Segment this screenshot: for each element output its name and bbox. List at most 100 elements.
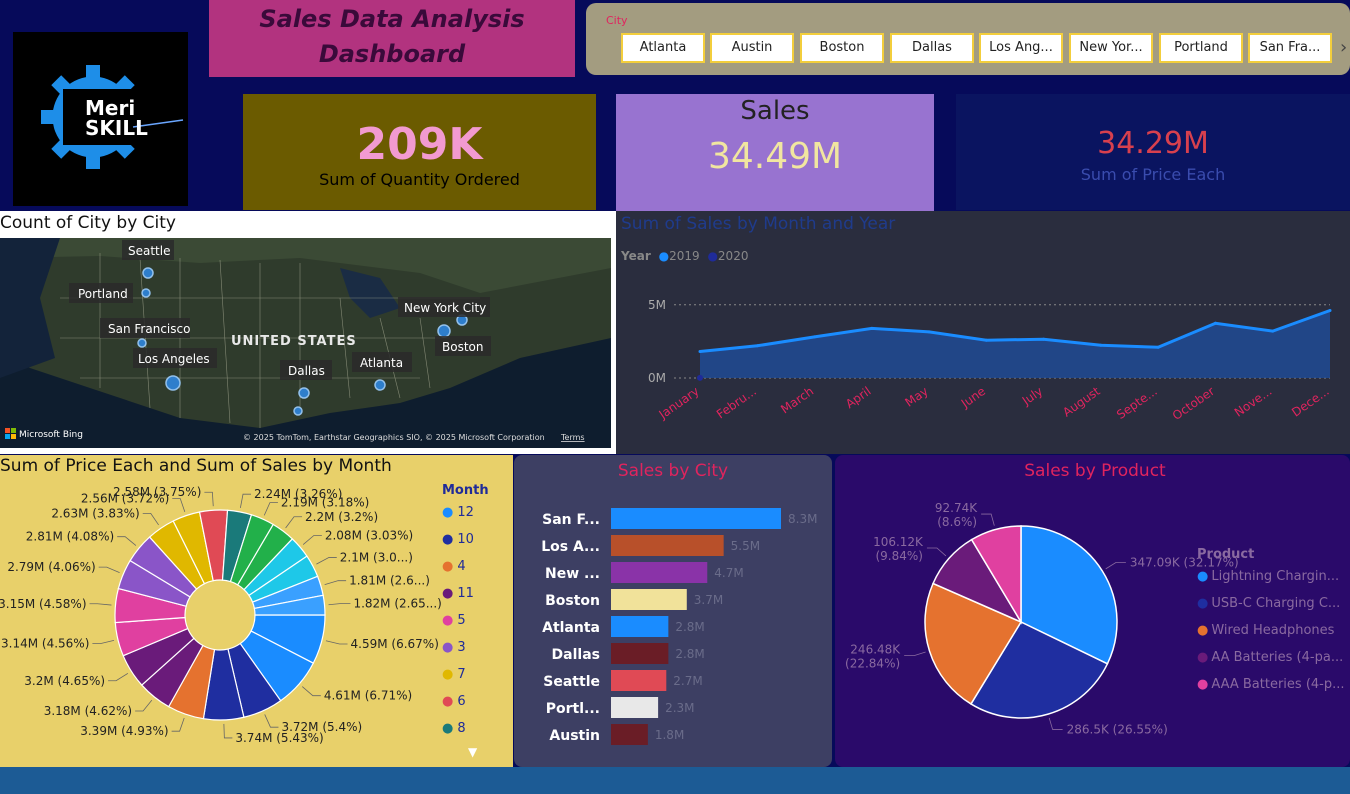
slicer-option[interactable]: Austin (710, 33, 794, 63)
legend-dot-icon: ● (442, 721, 454, 736)
data-point-2019[interactable] (870, 326, 874, 330)
data-point-2019[interactable] (984, 338, 988, 342)
data-point-2019[interactable] (1328, 308, 1332, 312)
slicer-option[interactable]: San Fra... (1248, 33, 1332, 63)
legend-item[interactable]: ● 12 (442, 505, 474, 532)
bar-chart-plot[interactable]: San F... 8.3M Los A... 5.5M New ... 4.7M Bosto… (514, 495, 832, 755)
bar-chart-title: Sales by City (617, 461, 729, 481)
line-chart-plot[interactable]: 5M 0MJanuary Febru... March April May June July… (616, 271, 1350, 451)
pie-data-label: 3.39M (4.93%) (80, 724, 168, 738)
slicer-option[interactable]: Los Ang... (979, 33, 1063, 63)
data-point-2019[interactable] (1213, 321, 1217, 325)
slicer-option[interactable]: Boston (800, 33, 884, 63)
legend-label: 6 (457, 694, 466, 709)
pie-data-label: 2.81M (4.08%) (26, 530, 114, 544)
pie-data-label: 1.82M (2.65...) (353, 596, 441, 610)
chevron-right-icon[interactable]: › (1340, 37, 1347, 58)
leader-line (1105, 562, 1126, 570)
pie-month-plot[interactable]: 4.59M (6.67%)4.61M (6.71%)3.72M (5.4%)3.… (0, 455, 513, 767)
legend-item[interactable]: ● AAA Batteries (4-p... (1197, 677, 1345, 704)
legend-item[interactable]: ● AA Batteries (4-pa... (1197, 650, 1345, 677)
legend-item[interactable]: ● Wired Headphones (1197, 623, 1345, 650)
bar[interactable] (611, 616, 669, 637)
legend-item[interactable]: ● USB-C Charging C... (1197, 596, 1345, 623)
map-label-new-york-city: New York City (404, 301, 486, 315)
bar[interactable] (611, 724, 648, 745)
x-tick-label: June (958, 384, 988, 411)
data-point-2019[interactable] (1099, 343, 1103, 347)
map-country-label: UNITED STATES (231, 334, 357, 349)
bar[interactable] (611, 643, 669, 664)
data-point-2019[interactable] (755, 344, 759, 348)
logo-text: Meri SKILL (85, 98, 148, 138)
map-bubble[interactable] (437, 324, 451, 338)
data-point-2019[interactable] (813, 335, 817, 339)
data-point-2019[interactable] (1156, 345, 1160, 349)
map-bubble[interactable] (298, 387, 310, 399)
legend-item[interactable]: ● 11 (442, 586, 474, 613)
map-bubble[interactable] (137, 338, 147, 348)
leader-line (92, 640, 115, 645)
pie-month-legend: ● 12 ● 10 ● 4 ● 11 ● 5 ● 3 ● 7 ● 6 ● 8 (442, 505, 474, 748)
map-bubble[interactable] (165, 375, 181, 391)
chevron-down-icon[interactable]: ▼ (468, 745, 477, 759)
map-bubble[interactable] (141, 288, 151, 298)
data-point-2019[interactable] (1271, 329, 1275, 333)
data-point-2019[interactable] (1042, 337, 1046, 341)
x-tick-label: Dece... (1289, 384, 1331, 420)
legend-item[interactable]: ● Lightning Chargin... (1197, 569, 1345, 596)
bar[interactable] (611, 589, 687, 610)
pie-data-label: 3.74M (5.43%) (235, 731, 323, 745)
x-tick-label: August (1060, 384, 1103, 420)
bar[interactable] (611, 535, 724, 556)
data-point-2019[interactable] (698, 349, 702, 353)
pie-data-label: 2.58M (3.75%) (113, 485, 201, 499)
legend-item[interactable]: ● 5 (442, 613, 474, 640)
data-point-2020[interactable] (697, 374, 703, 381)
map-bubble[interactable] (142, 267, 154, 279)
leader-line (926, 547, 947, 557)
legend-item[interactable]: ● 3 (442, 640, 474, 667)
line-legend-title: Year (621, 249, 651, 263)
map-terms-link[interactable]: Terms (560, 433, 585, 442)
leader-line (172, 498, 186, 512)
map-bubble[interactable] (293, 406, 303, 416)
pie-product-legend: ● Lightning Chargin... ● USB-C Charging C..… (1197, 569, 1345, 704)
bar-data-label: 2.8M (675, 647, 704, 661)
bar[interactable] (611, 562, 708, 583)
legend-dot-icon: ● (1197, 650, 1209, 665)
legend-item[interactable]: ● 7 (442, 667, 474, 694)
pie-data-label: 106.12K (873, 535, 924, 549)
leader-line (142, 512, 159, 526)
map-label-atlanta: Atlanta (360, 356, 403, 370)
legend-item[interactable]: ● 6 (442, 694, 474, 721)
bar-category-label: Atlanta (542, 620, 600, 636)
bar[interactable] (611, 670, 667, 691)
pie-data-label: 92.74K (935, 501, 978, 515)
pie-data-label: 4.59M (6.67%) (351, 637, 439, 651)
legend-item[interactable]: ● 8 (442, 721, 474, 748)
map-canvas[interactable]: Seattle Portland San Francisco Los Angel… (0, 238, 611, 448)
data-point-2019[interactable] (927, 330, 931, 334)
bar-category-label: Austin (549, 728, 600, 744)
bar-data-label: 2.3M (665, 701, 694, 715)
map-label-seattle: Seattle (128, 244, 170, 258)
legend-dot-icon: ● (1197, 569, 1209, 584)
legend-item[interactable]: ● 10 (442, 532, 474, 559)
legend-dot-icon: ● (442, 694, 454, 709)
legend-label: Lightning Chargin... (1211, 569, 1340, 584)
line-legend-item[interactable]: 2020 (718, 249, 749, 263)
pie-data-label: (9.84%) (875, 549, 922, 563)
bar[interactable] (611, 508, 781, 529)
slicer-option[interactable]: Portland (1159, 33, 1243, 63)
bar-category-label: San F... (542, 512, 600, 528)
legend-item[interactable]: ● 4 (442, 559, 474, 586)
slicer-option[interactable]: Atlanta (621, 33, 705, 63)
legend-dot-icon: ● (442, 532, 454, 547)
map-bubble[interactable] (374, 379, 386, 391)
bar[interactable] (611, 697, 659, 718)
line-legend-item[interactable]: 2019 (669, 249, 700, 263)
slicer-option[interactable]: Dallas (890, 33, 974, 63)
bar-category-label: Seattle (543, 674, 600, 690)
slicer-option[interactable]: New Yor... (1069, 33, 1153, 63)
